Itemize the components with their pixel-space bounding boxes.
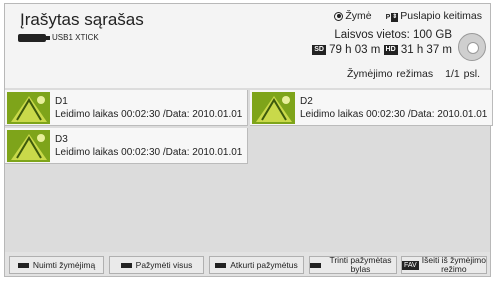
hd-time: 31 h 37 m xyxy=(400,44,452,56)
recording-name: D2 xyxy=(300,96,313,107)
color-key-icon xyxy=(310,262,321,268)
header: Įrašytas sąrašas USB1 XTICK Žymė P ⇕ Pusla… xyxy=(5,4,490,88)
remaining-time: SD 79 h 03 m HD 31 h 37 m xyxy=(312,43,452,58)
mode-label: Žymėjimo režimas xyxy=(346,68,434,80)
page-indicator: 1/1 psl. xyxy=(445,68,480,80)
storage-info: Laisvos vietos: 100 GB SD 79 h 03 m HD 3… xyxy=(312,28,452,58)
hd-badge: HD xyxy=(383,44,398,55)
legend-mark: Žymė xyxy=(334,10,372,22)
usb-icon xyxy=(18,33,50,42)
recording-meta: Leidimo laikas 00:02:30 /Data: 2010.01.0… xyxy=(55,109,243,120)
list-item[interactable]: D3 Leidimo laikas 00:02:30 /Data: 2010.0… xyxy=(5,128,248,164)
unmark-button[interactable]: Nuimti žymėjimą xyxy=(9,256,104,274)
sd-badge: SD xyxy=(312,44,326,55)
usb-device: USB1 XTICK xyxy=(18,33,99,42)
legend-page: P ⇕ Puslapio keitimas xyxy=(385,10,482,22)
footer-action-bar: Nuimti žymėjimą Pažymėti visus Atkurti p… xyxy=(5,252,490,276)
sd-time: 79 h 03 m xyxy=(329,44,381,56)
legend: Žymė P ⇕ Puslapio keitimas xyxy=(334,10,482,22)
exit-mark-mode-button[interactable]: FAV Išeiti iš žymėjimo režimo xyxy=(401,256,487,274)
color-key-icon xyxy=(120,262,132,268)
play-marked-button[interactable]: Atkurti pažymėtus xyxy=(209,256,304,274)
recording-name: D1 xyxy=(55,96,68,107)
thumbnail-image xyxy=(7,92,50,124)
free-space: Laisvos vietos: 100 GB xyxy=(334,29,452,41)
recording-name: D3 xyxy=(55,134,68,145)
color-key-icon xyxy=(17,262,29,268)
recorded-list-window: Įrašytas sąrašas USB1 XTICK Žymė P ⇕ Pusla… xyxy=(4,3,493,277)
mark-all-button[interactable]: Pažymėti visus xyxy=(109,256,204,274)
usb-label: USB1 XTICK xyxy=(52,33,99,42)
mark-icon xyxy=(334,11,344,21)
disc-usage-icon xyxy=(458,33,486,61)
thumbnail-image xyxy=(7,130,50,162)
list-item[interactable]: D2 Leidimo laikas 00:02:30 /Data: 2010.0… xyxy=(250,90,493,126)
recording-meta: Leidimo laikas 00:02:30 /Data: 2010.01.0… xyxy=(55,147,243,158)
list-item[interactable]: D1 Leidimo laikas 00:02:30 /Data: 2010.0… xyxy=(5,90,248,126)
delete-marked-button[interactable]: Trinti pažymėtas bylas xyxy=(309,256,397,274)
thumbnail-image xyxy=(252,92,295,124)
mode-status: Žymėjimo režimas 1/1 psl. xyxy=(347,68,480,80)
color-key-icon xyxy=(215,262,227,268)
recording-meta: Leidimo laikas 00:02:30 /Data: 2010.01.0… xyxy=(300,109,488,120)
fav-key-icon: FAV xyxy=(402,260,419,270)
page-title: Įrašytas sąrašas xyxy=(20,10,144,29)
page-key-icon: P ⇕ xyxy=(385,13,399,22)
